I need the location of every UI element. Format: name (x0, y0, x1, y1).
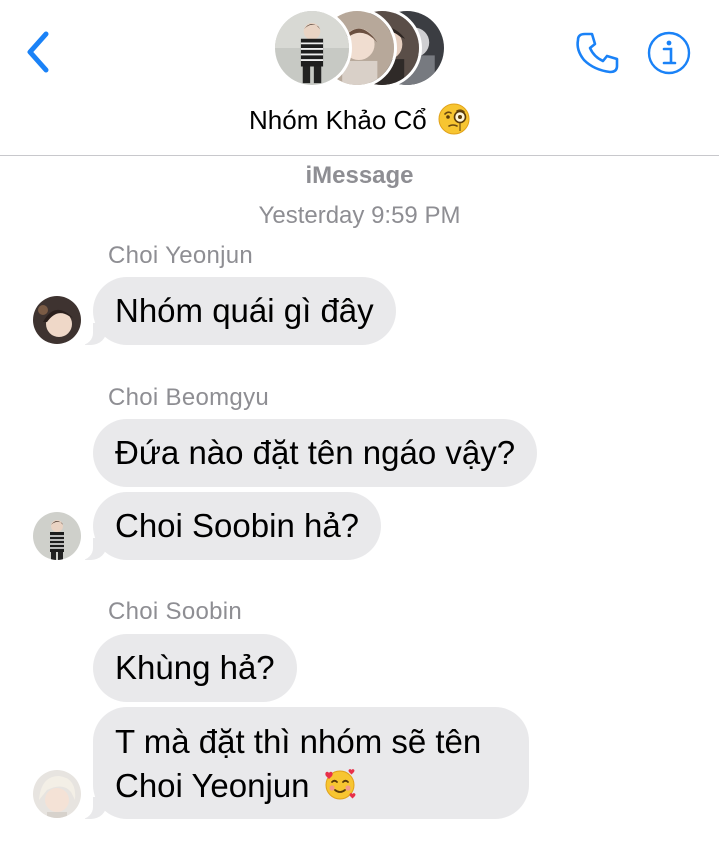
info-button[interactable] (646, 30, 692, 76)
sender-avatar[interactable] (33, 296, 81, 344)
info-icon (647, 31, 691, 75)
message-bubble[interactable]: Nhóm quái gì đây (79, 277, 396, 345)
message-text: T mà đặt thì nhóm sẽ tên (115, 723, 482, 760)
phone-icon (576, 32, 619, 74)
member-avatar-1 (272, 8, 352, 88)
smiling-face-with-hearts-emoji (325, 769, 356, 800)
sender-avatar[interactable] (33, 512, 81, 560)
message-text: Khùng hả? (115, 649, 275, 686)
face-with-monocle-emoji (438, 103, 470, 135)
group-title[interactable]: Nhóm Khảo Cổ (0, 100, 719, 140)
message-bubble[interactable]: T mà đặt thì nhóm sẽ tên Choi Yeonjun (79, 707, 529, 819)
audio-call-button[interactable] (572, 28, 622, 78)
message-bubble[interactable]: Đứa nào đặt tên ngáo vậy? (93, 419, 538, 487)
sender-name: Choi Yeonjun (108, 242, 254, 269)
group-avatar-stack[interactable] (272, 8, 447, 88)
back-button[interactable] (22, 30, 56, 74)
chevron-left-icon (27, 31, 49, 73)
sender-name: Choi Beomgyu (108, 384, 270, 411)
message-bubble[interactable]: Choi Soobin hả? (78, 492, 382, 560)
sender-avatar[interactable] (33, 770, 81, 818)
message-text: Choi Yeonjun (115, 767, 310, 804)
service-label: iMessage (305, 162, 414, 189)
message-text: Choi Soobin hả? (115, 507, 360, 544)
message-timestamp: Yesterday 9:59 PM (258, 202, 461, 229)
message-text: Nhóm quái gì đây (115, 292, 374, 329)
message-text: Đứa nào đặt tên ngáo vậy? (115, 434, 516, 471)
conversation-header: Nhóm Khảo Cổ (0, 0, 719, 156)
group-name: Nhóm Khảo Cổ (249, 105, 427, 135)
sender-name: Choi Soobin (108, 598, 243, 625)
message-bubble[interactable]: Khùng hả? (93, 634, 297, 702)
